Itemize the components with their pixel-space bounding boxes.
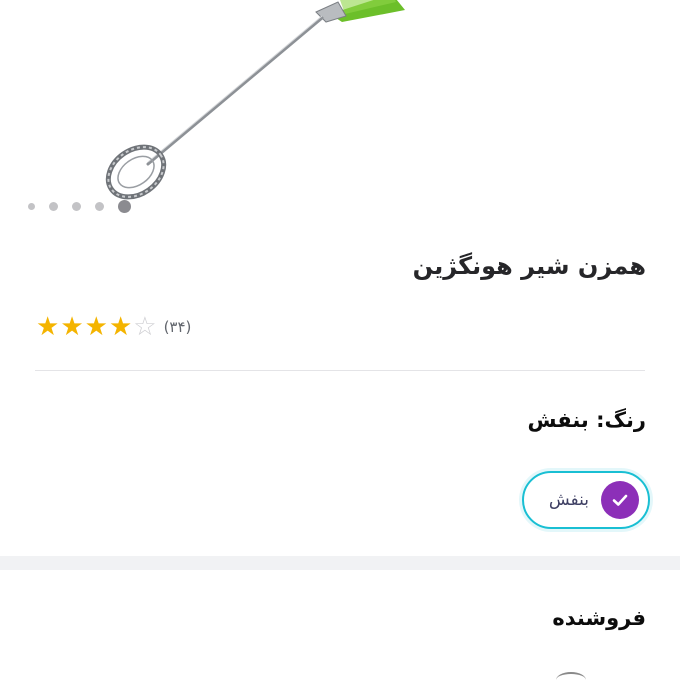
star-filled-icon: ★ <box>36 312 60 342</box>
color-option-label: بنفش <box>548 490 589 510</box>
seller-section-title: فروشنده <box>552 606 646 630</box>
store-icon <box>556 672 586 680</box>
gallery-dot[interactable] <box>28 203 35 210</box>
gallery-pagination <box>28 200 131 213</box>
review-count[interactable]: (۳۴) <box>164 318 192 336</box>
product-title: همزن شیر هونگژین <box>412 252 646 280</box>
gallery-dot[interactable] <box>72 202 81 211</box>
product-rating[interactable]: ★ ★ ★ ★ ☆ (۳۴) <box>36 312 191 342</box>
color-option-purple[interactable]: بنفش <box>522 471 650 529</box>
product-image-gallery[interactable] <box>0 0 680 228</box>
gallery-dot-active[interactable] <box>118 200 131 213</box>
gallery-dot[interactable] <box>49 202 58 211</box>
star-filled-icon: ★ <box>84 312 108 342</box>
section-separator <box>0 556 680 570</box>
star-filled-icon: ★ <box>108 312 133 342</box>
milk-frother-image <box>105 0 405 200</box>
product-page: همزن شیر هونگژین ★ ★ ★ ★ ☆ (۳۴) رنگ: بنف… <box>0 0 680 680</box>
gallery-dot[interactable] <box>95 202 104 211</box>
star-filled-icon: ★ <box>60 312 84 342</box>
color-swatch <box>601 481 639 519</box>
star-empty-icon: ☆ <box>133 312 157 342</box>
color-selection-label: رنگ: بنفش <box>527 408 646 432</box>
checkmark-icon <box>612 494 628 506</box>
divider <box>35 370 645 371</box>
